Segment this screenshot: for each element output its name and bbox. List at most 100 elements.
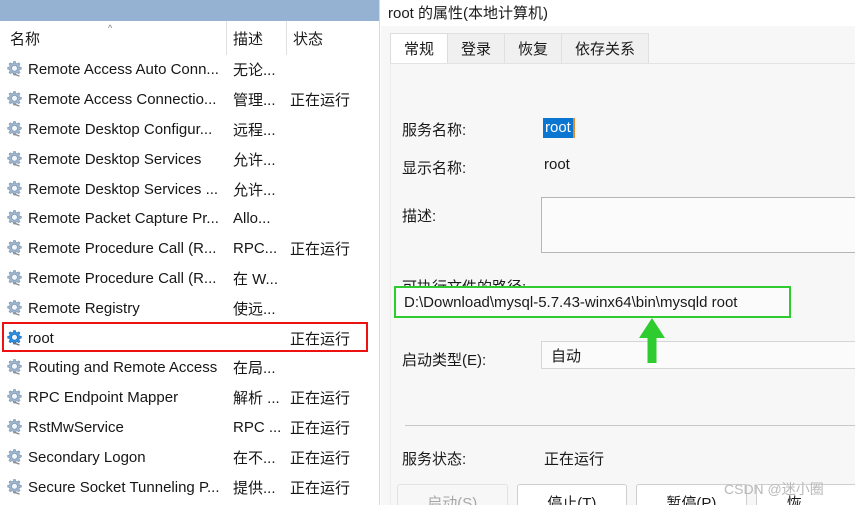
service-row[interactable]: Routing and Remote Access 在局... bbox=[0, 353, 379, 383]
service-row-name: Remote Registry bbox=[28, 299, 140, 317]
service-row-status: 正在运行 bbox=[290, 92, 351, 110]
service-row-name: Remote Access Auto Conn... bbox=[28, 61, 219, 79]
tab-0[interactable]: 常规 bbox=[390, 33, 449, 63]
startup-type-value: 自动 bbox=[551, 347, 582, 365]
service-name-label: 服务名称: bbox=[402, 122, 467, 139]
service-row-description: 无论... bbox=[233, 62, 276, 80]
service-row-name: root bbox=[28, 329, 54, 347]
service-properties-dialog: root 的属性(本地计算机) 常规 登录 恢复 依存关系 服务名称: root 显示… bbox=[381, 0, 855, 505]
service-gear-icon bbox=[5, 180, 24, 198]
service-row-description: 在局... bbox=[233, 360, 276, 378]
watermark-text: CSDN @迷小圈 bbox=[724, 481, 824, 497]
tab-3[interactable]: 依存关系 bbox=[561, 33, 650, 63]
service-row[interactable]: Remote Packet Capture Pr... Allo... bbox=[0, 204, 379, 234]
service-row-name: Secondary Logon bbox=[28, 448, 146, 466]
startup-type-select[interactable]: 自动 bbox=[541, 341, 855, 369]
service-gear-icon bbox=[5, 419, 24, 436]
service-row-name: Remote Procedure Call (R... bbox=[28, 269, 217, 287]
tab-2[interactable]: 恢复 bbox=[504, 33, 563, 63]
column-header-name-label: 名称 bbox=[10, 30, 41, 48]
tab-label: 常规 bbox=[404, 41, 435, 58]
column-header-description-label: 描述 bbox=[233, 30, 264, 48]
properties-dialog-titlebar: root 的属性(本地计算机) bbox=[381, 0, 855, 26]
service-row-name: RstMwService bbox=[28, 418, 124, 436]
tab-label: 登录 bbox=[461, 41, 492, 58]
service-row-status: 正在运行 bbox=[290, 241, 351, 259]
service-row-name: Remote Procedure Call (R... bbox=[28, 240, 217, 258]
service-row-description: 管理... bbox=[233, 92, 276, 110]
service-row-status: 正在运行 bbox=[290, 390, 351, 408]
executable-path-value: D:\Download\mysql-5.7.43-winx64\bin\mysq… bbox=[404, 293, 738, 311]
service-row-description: 允许... bbox=[233, 151, 276, 169]
service-row-description: 解析 ... bbox=[233, 390, 280, 408]
executable-path-field[interactable]: D:\Download\mysql-5.7.43-winx64\bin\mysq… bbox=[394, 286, 791, 318]
display-name-value[interactable]: root bbox=[544, 156, 570, 173]
service-row[interactable]: Remote Access Auto Conn... 无论... bbox=[0, 55, 379, 85]
service-row-description: 允许... bbox=[233, 181, 276, 199]
service-control-button-label: 停止(T) bbox=[547, 494, 597, 505]
service-control-button: 启动(S) bbox=[397, 484, 508, 505]
service-row[interactable]: Remote Procedure Call (R... RPC... 正在运行 bbox=[0, 234, 379, 264]
service-row-description: 使远... bbox=[233, 300, 276, 318]
service-gear-icon bbox=[5, 61, 24, 78]
service-row-name: Remote Packet Capture Pr... bbox=[28, 210, 219, 228]
tab-label: 依存关系 bbox=[575, 41, 636, 58]
service-row[interactable]: Remote Desktop Configur... 远程... bbox=[0, 115, 379, 145]
column-header-description[interactable]: 描述 bbox=[226, 21, 286, 55]
display-name-label: 显示名称: bbox=[402, 160, 467, 177]
column-header-status[interactable]: 状态 bbox=[286, 21, 376, 55]
service-status-value: 正在运行 bbox=[544, 451, 605, 468]
service-row-description: 远程... bbox=[233, 121, 276, 139]
service-control-button[interactable]: 停止(T) bbox=[516, 484, 628, 505]
service-row-description: 在不... bbox=[233, 449, 276, 467]
service-gear-icon bbox=[5, 91, 24, 108]
description-label: 描述: bbox=[402, 208, 437, 225]
tab-1[interactable]: 登录 bbox=[447, 33, 506, 63]
services-row-container: Remote Access Auto Conn... 无论... Remote Ac… bbox=[0, 55, 379, 505]
service-row-status: 正在运行 bbox=[290, 330, 351, 348]
service-row[interactable]: root 正在运行 bbox=[0, 323, 379, 353]
service-gear-icon bbox=[5, 478, 24, 496]
service-row-name: RPC Endpoint Mapper bbox=[28, 389, 179, 407]
service-status-label: 服务状态: bbox=[402, 451, 467, 468]
column-header-name[interactable]: 名称 bbox=[4, 21, 226, 55]
service-gear-icon bbox=[5, 359, 24, 376]
tab-label: 恢复 bbox=[518, 41, 549, 58]
service-row-name: Remote Desktop Configur... bbox=[28, 120, 213, 138]
service-row-status: 正在运行 bbox=[290, 419, 351, 437]
service-row[interactable]: Remote Desktop Services 允许... bbox=[0, 144, 379, 174]
service-gear-icon bbox=[5, 150, 24, 168]
service-gear-icon bbox=[5, 329, 24, 347]
service-gear-icon bbox=[5, 389, 24, 406]
service-row[interactable]: Secondary Logon 在不... 正在运行 bbox=[0, 442, 379, 472]
screenshot-root: 名称 ^ 描述 状态 Remote Access Auto Conn... 无论.… bbox=[0, 0, 855, 505]
service-gear-icon bbox=[5, 240, 24, 257]
service-row[interactable]: Remote Registry 使远... bbox=[0, 293, 379, 323]
service-row-status: 正在运行 bbox=[290, 479, 351, 497]
description-textarea[interactable] bbox=[541, 197, 855, 253]
service-row-description: Allo... bbox=[233, 210, 271, 228]
service-row[interactable]: Remote Access Connectio... 管理... 正在运行 bbox=[0, 85, 379, 115]
service-row-description: RPC... bbox=[233, 240, 278, 258]
service-row-description: 提供... bbox=[233, 479, 276, 497]
service-row-name: Remote Desktop Services bbox=[28, 150, 202, 168]
service-gear-icon bbox=[5, 121, 24, 138]
service-row-name: Remote Desktop Services ... bbox=[28, 180, 219, 198]
service-row-name: Routing and Remote Access bbox=[28, 359, 218, 377]
service-gear-icon bbox=[5, 299, 24, 317]
service-gear-icon bbox=[5, 270, 24, 287]
startup-type-label: 启动类型(E): bbox=[402, 352, 487, 369]
service-row[interactable]: RPC Endpoint Mapper 解析 ... 正在运行 bbox=[0, 383, 379, 413]
service-row[interactable]: Secure Socket Tunneling P... 提供... 正在运行 bbox=[0, 472, 379, 502]
service-gear-icon bbox=[5, 448, 24, 466]
service-row-status: 正在运行 bbox=[290, 449, 351, 467]
services-column-header: 名称 ^ 描述 状态 bbox=[0, 21, 379, 55]
service-row[interactable]: Remote Procedure Call (R... 在 W... bbox=[0, 264, 379, 294]
general-tab-page: 服务名称: root 显示名称: root 描述: 可执行文件的路径: D:\D… bbox=[390, 64, 855, 505]
service-row[interactable]: Remote Desktop Services ... 允许... bbox=[0, 174, 379, 204]
service-row[interactable]: RstMwService RPC ... 正在运行 bbox=[0, 413, 379, 443]
service-name-value[interactable]: root bbox=[543, 118, 575, 138]
properties-dialog-body: 常规 登录 恢复 依存关系 服务名称: root 显示名称: root 描述: 可执行… bbox=[381, 26, 855, 505]
properties-dialog-title: root 的属性(本地计算机) bbox=[388, 5, 549, 22]
service-gear-icon bbox=[5, 210, 24, 227]
